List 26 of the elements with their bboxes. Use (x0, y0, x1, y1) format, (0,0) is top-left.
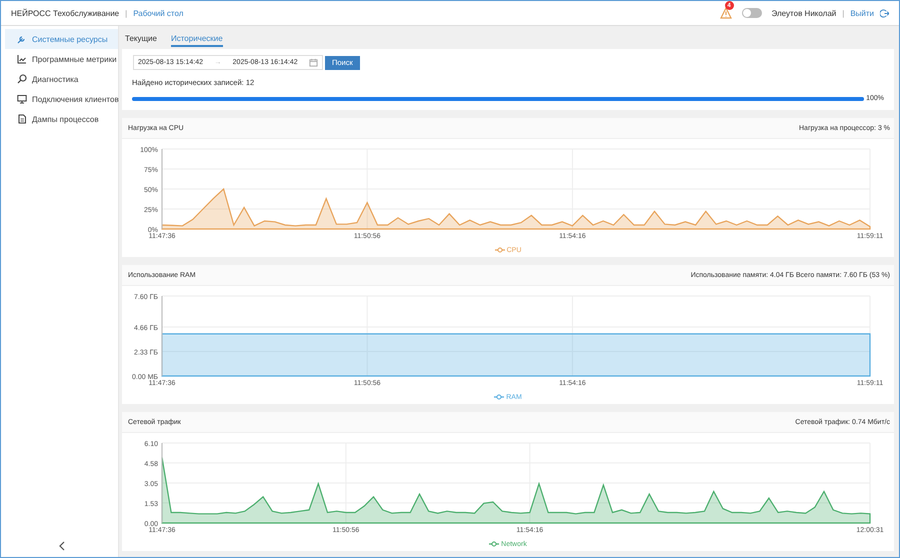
theme-toggle[interactable] (742, 8, 762, 18)
sidebar-item[interactable]: Дампы процессов (5, 109, 118, 129)
legend-icon (494, 247, 505, 253)
monitor-icon (17, 94, 27, 104)
legend-icon (489, 541, 500, 547)
user-name: Элеутов Николай (772, 8, 836, 18)
logout-icon[interactable] (880, 8, 889, 18)
document-icon (17, 114, 27, 124)
sidebar-item[interactable]: Диагностика (5, 69, 118, 89)
warning-icon[interactable] (720, 7, 732, 19)
collapse-icon[interactable] (58, 541, 66, 551)
logout-link[interactable]: Выйти (850, 8, 874, 18)
calendar-icon[interactable] (308, 58, 318, 67)
separator: | (125, 8, 128, 18)
dashboard-link[interactable]: Рабочий стол (133, 8, 184, 18)
sidebar-item[interactable]: Системные ресурсы (5, 29, 118, 49)
line-chart-icon (17, 54, 27, 64)
tab[interactable]: Текущие (125, 30, 157, 47)
separator: | (842, 8, 844, 18)
sidebar-item[interactable]: Подключения клиентов (5, 89, 118, 109)
tab[interactable]: Исторические (170, 30, 223, 47)
app-title: НЕЙРОСС Техобслуживание (11, 8, 120, 18)
sidebar-item[interactable]: Программные метрики (5, 49, 118, 69)
legend-icon (494, 394, 504, 400)
magnifier-icon (17, 74, 27, 84)
wrench-icon (17, 34, 27, 44)
